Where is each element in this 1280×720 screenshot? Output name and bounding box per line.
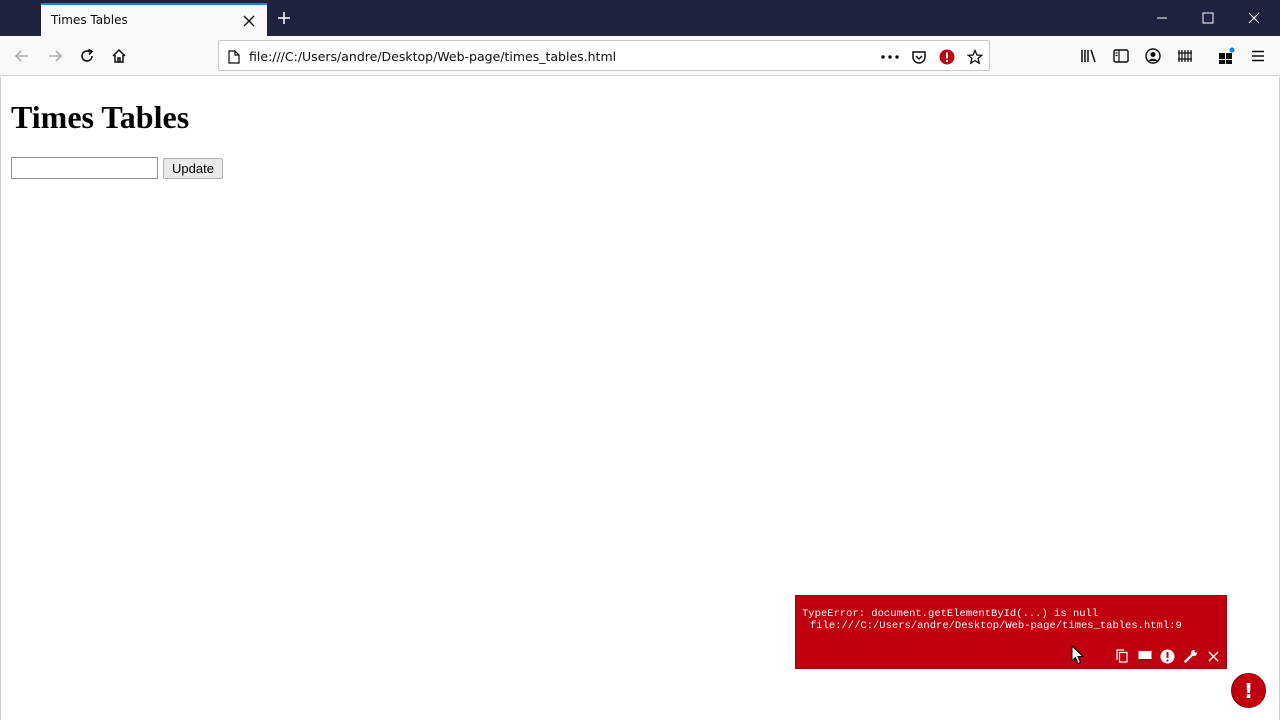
account-icon[interactable]: [1138, 41, 1168, 71]
forward-arrow-icon[interactable]: [40, 41, 70, 71]
back-arrow-icon[interactable]: [7, 41, 37, 71]
reload-icon[interactable]: [72, 41, 102, 71]
mouse-cursor-icon: [1071, 645, 1085, 665]
library-icon[interactable]: [1074, 41, 1104, 71]
update-button[interactable]: Update: [163, 158, 223, 179]
tab-title: Times Tables: [51, 13, 128, 27]
number-input[interactable]: [11, 157, 158, 179]
error-panel: TypeError: document.getElementById(...) …: [795, 595, 1227, 669]
error-message: TypeError: document.getElementById(...) …: [802, 608, 1099, 620]
alert-icon[interactable]: [1156, 646, 1179, 666]
error-badge-icon[interactable]: !: [1231, 673, 1266, 708]
browser-tab-active[interactable]: Times Tables: [41, 3, 267, 36]
window-maximize-icon[interactable]: [1185, 0, 1231, 36]
navigation-toolbar: file:///C:/Users/andre/Desktop/Web-page/…: [0, 36, 1280, 76]
addons-icon[interactable]: [1211, 41, 1241, 71]
star-icon[interactable]: [965, 47, 985, 67]
url-bar[interactable]: file:///C:/Users/andre/Desktop/Web-page/…: [218, 40, 990, 71]
window-close-icon[interactable]: [1231, 0, 1277, 36]
new-tab-plus-icon[interactable]: [272, 6, 296, 30]
page-title: Times Tables: [11, 99, 190, 135]
wrench-icon[interactable]: [1179, 646, 1202, 666]
tab-close-icon[interactable]: [239, 11, 259, 31]
page-icon: [224, 47, 244, 67]
home-icon[interactable]: [104, 41, 134, 71]
error-location[interactable]: file:///C:/Users/andre/Desktop/Web-page/…: [810, 620, 1182, 632]
sidebar-icon[interactable]: [1106, 41, 1136, 71]
extension-grid-icon[interactable]: [1170, 41, 1200, 71]
pocket-icon[interactable]: [909, 47, 929, 67]
copy-icon[interactable]: [1110, 646, 1133, 666]
hamburger-menu-icon[interactable]: [1243, 41, 1273, 71]
browser-titlebar: Times Tables: [0, 0, 1280, 36]
blocked-icon[interactable]: [937, 47, 957, 67]
error-close-icon[interactable]: [1202, 646, 1225, 666]
more-dots-icon[interactable]: [880, 47, 900, 67]
error-toolbar: [1110, 646, 1225, 666]
error-badge-label: !: [1243, 678, 1254, 703]
window-minimize-icon[interactable]: [1139, 0, 1185, 36]
window-icon[interactable]: [1133, 646, 1156, 666]
url-text[interactable]: file:///C:/Users/andre/Desktop/Web-page/…: [249, 49, 616, 64]
